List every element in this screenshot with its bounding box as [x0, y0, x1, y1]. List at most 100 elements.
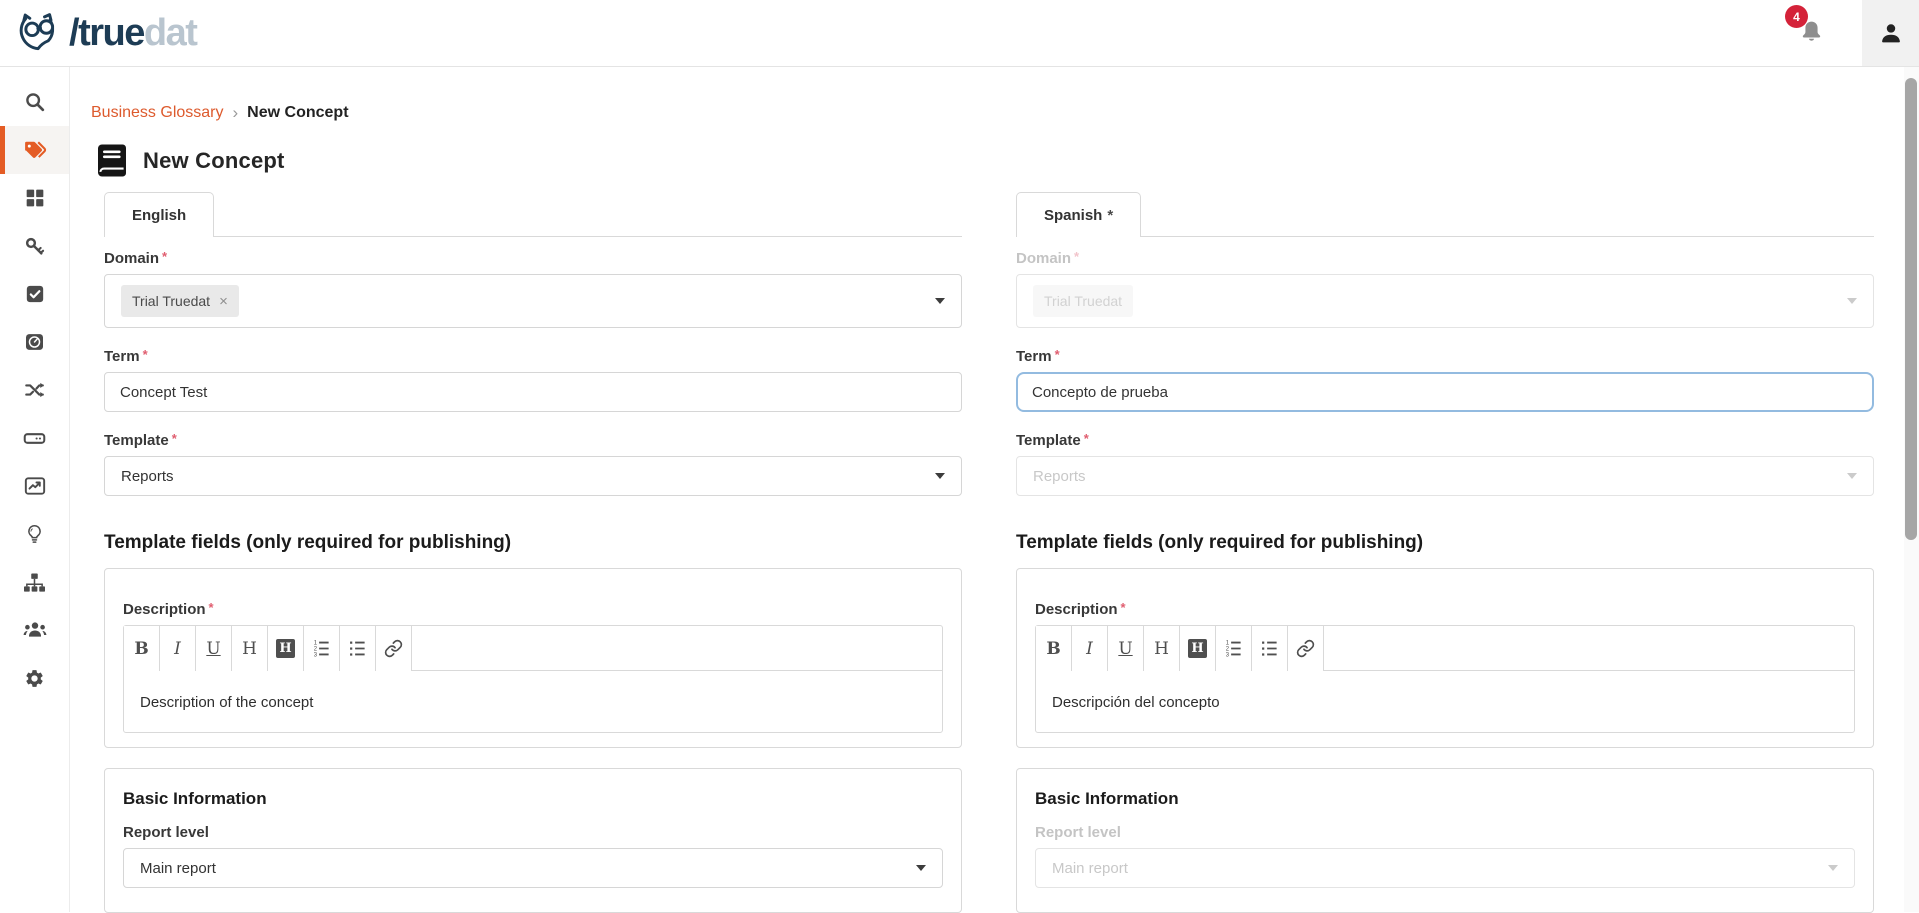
sidebar-item-search[interactable]	[0, 78, 69, 126]
italic-button[interactable]: I	[1072, 626, 1108, 671]
sidebar-item-insights[interactable]	[0, 510, 69, 558]
breadcrumb-business-glossary[interactable]: Business Glossary	[91, 104, 224, 122]
term-label-es: Term*	[1016, 347, 1874, 365]
sitemap-icon	[23, 572, 46, 593]
heading-block-button[interactable]: H	[1180, 626, 1216, 671]
sidebar-item-structures[interactable]	[0, 414, 69, 462]
heading-box-icon: H	[1188, 639, 1207, 658]
main-content: Business Glossary › New Concept New Conc…	[70, 67, 1904, 912]
link-icon	[384, 639, 403, 658]
sidebar	[0, 67, 70, 912]
sidebar-item-settings[interactable]	[0, 654, 69, 702]
template-label-es: Template*	[1016, 431, 1874, 449]
bold-button[interactable]: B	[124, 626, 160, 671]
remove-tag-icon[interactable]: ×	[219, 294, 228, 309]
link-button[interactable]	[376, 626, 412, 671]
unordered-list-button[interactable]	[340, 626, 376, 671]
page-title: New Concept	[143, 148, 285, 174]
svg-text:1: 1	[1226, 641, 1229, 647]
description-input-en[interactable]: Description of the concept	[124, 671, 942, 732]
sidebar-item-quality[interactable]	[0, 270, 69, 318]
editor-toolbar-es: B I U H H 1 2 3	[1036, 626, 1854, 671]
bold-button[interactable]: B	[1036, 626, 1072, 671]
link-button[interactable]	[1288, 626, 1324, 671]
app-header: /truedat 4	[0, 0, 1919, 67]
grid-icon	[25, 188, 45, 208]
sidebar-item-lineage[interactable]	[0, 366, 69, 414]
description-label-en: Description*	[123, 600, 943, 618]
chevron-down-icon	[1847, 298, 1857, 304]
basic-info-card-en: Basic Information Report level Main repo…	[104, 768, 962, 913]
sidebar-item-taxonomy[interactable]	[0, 558, 69, 606]
description-input-es[interactable]: Descripción del concepto	[1036, 671, 1854, 732]
book-icon	[98, 144, 126, 177]
breadcrumb: Business Glossary › New Concept	[91, 103, 1904, 123]
heading-button[interactable]: H	[1144, 626, 1180, 671]
underline-button[interactable]: U	[196, 626, 232, 671]
tab-spanish[interactable]: Spanish *	[1016, 192, 1141, 237]
owl-icon	[16, 11, 62, 55]
description-label-es: Description*	[1035, 600, 1855, 618]
english-form: English Domain* Trial Truedat× Term* Tem…	[104, 192, 962, 913]
heading-block-button[interactable]: H	[268, 626, 304, 671]
ordered-list-button[interactable]: 1 2 3	[1216, 626, 1252, 671]
term-label-en: Term*	[104, 347, 962, 365]
page-title-row: New Concept	[98, 144, 1904, 177]
ordered-list-button[interactable]: 1 2 3	[304, 626, 340, 671]
report-level-select-en[interactable]: Main report	[123, 848, 943, 888]
description-editor-en: B I U H H 1 2 3	[123, 625, 943, 733]
chevron-down-icon	[1847, 473, 1857, 479]
description-card-en: Description* B I U H H 1	[104, 568, 962, 748]
term-input-es[interactable]	[1016, 372, 1874, 412]
italic-button[interactable]: I	[160, 626, 196, 671]
sidebar-item-analytics[interactable]	[0, 462, 69, 510]
sidebar-item-users[interactable]	[0, 606, 69, 654]
domain-tag-en: Trial Truedat×	[121, 285, 239, 317]
scrollbar-thumb[interactable]	[1905, 78, 1917, 540]
unordered-list-icon	[348, 639, 367, 658]
user-menu-button[interactable]	[1862, 0, 1919, 66]
tab-english[interactable]: English	[104, 192, 214, 237]
domain-select-es: Trial Truedat	[1016, 274, 1874, 328]
breadcrumb-separator: ›	[233, 103, 239, 123]
logo-wordmark: /truedat	[69, 14, 196, 52]
server-icon	[23, 427, 46, 450]
basic-info-heading-en: Basic Information	[123, 789, 943, 809]
gauge-icon	[24, 332, 45, 352]
spanish-form: Spanish * Domain* Trial Truedat Term* Te…	[1016, 192, 1874, 913]
sidebar-item-catalog[interactable]	[0, 174, 69, 222]
english-tabbar: English	[104, 192, 962, 237]
sidebar-item-glossary[interactable]	[0, 126, 69, 174]
report-level-label-en: Report level	[123, 824, 943, 841]
template-label-en: Template*	[104, 431, 962, 449]
page-scrollbar[interactable]	[1904, 67, 1919, 912]
unordered-list-button[interactable]	[1252, 626, 1288, 671]
notifications-button[interactable]: 4	[1798, 18, 1826, 48]
svg-text:3: 3	[314, 653, 318, 658]
template-select-en[interactable]: Reports	[104, 456, 962, 496]
svg-text:1: 1	[314, 641, 317, 647]
domain-label-es: Domain*	[1016, 249, 1874, 267]
heading-button[interactable]: H	[232, 626, 268, 671]
template-fields-heading-es: Template fields (only required for publi…	[1016, 532, 1874, 554]
underline-button[interactable]: U	[1108, 626, 1144, 671]
description-card-es: Description* B I U H H 1	[1016, 568, 1874, 748]
gear-icon	[24, 668, 45, 689]
editor-toolbar-en: B I U H H 1 2 3	[124, 626, 942, 671]
key-icon	[24, 236, 45, 257]
template-select-es: Reports	[1016, 456, 1874, 496]
sidebar-item-access[interactable]	[0, 222, 69, 270]
basic-info-heading-es: Basic Information	[1035, 789, 1855, 809]
user-icon	[1878, 20, 1904, 46]
lightbulb-icon	[25, 523, 44, 545]
domain-label-en: Domain*	[104, 249, 962, 267]
truedat-logo[interactable]: /truedat	[0, 11, 196, 55]
notification-badge: 4	[1785, 5, 1808, 28]
term-input-en[interactable]	[104, 372, 962, 412]
sidebar-item-dashboard[interactable]	[0, 318, 69, 366]
domain-select-en[interactable]: Trial Truedat×	[104, 274, 962, 328]
link-icon	[1296, 639, 1315, 658]
domain-tag-es: Trial Truedat	[1033, 285, 1133, 317]
chevron-down-icon	[1828, 865, 1838, 871]
chevron-down-icon	[935, 298, 945, 304]
